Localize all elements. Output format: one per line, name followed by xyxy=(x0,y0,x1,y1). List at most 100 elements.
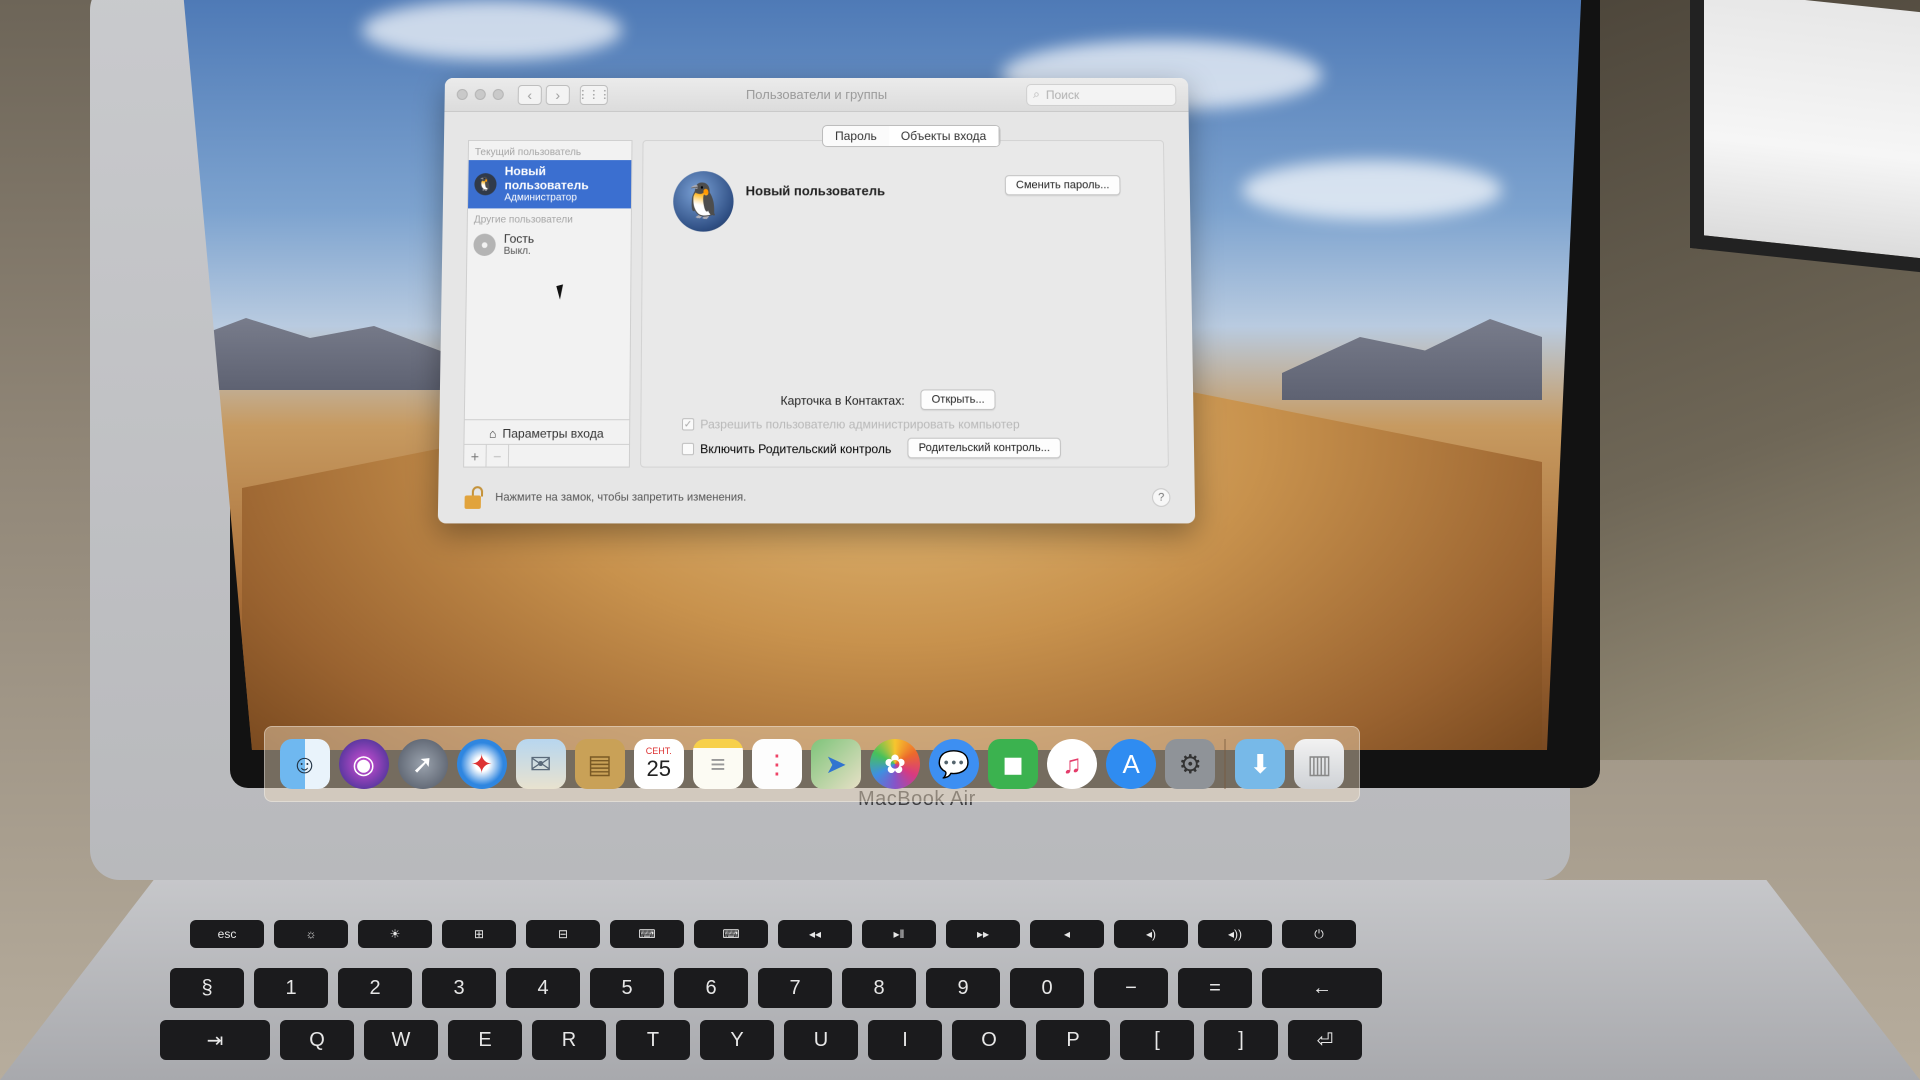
tab-password[interactable]: Пароль xyxy=(823,126,889,146)
key: Q xyxy=(280,1020,354,1060)
key: 2 xyxy=(338,968,412,1008)
key: 0 xyxy=(1010,968,1084,1008)
key: 5 xyxy=(590,968,664,1008)
key: = xyxy=(1178,968,1252,1008)
downloads-folder-icon[interactable]: ⬇ xyxy=(1235,739,1285,789)
guest-status: Выкл. xyxy=(504,246,534,257)
facetime-icon[interactable]: ◼ xyxy=(988,739,1038,789)
key: ← xyxy=(1262,968,1382,1008)
key: ◂) xyxy=(1114,920,1188,948)
back-button[interactable]: ‹ xyxy=(518,84,542,104)
external-monitor xyxy=(1690,0,1920,272)
zoom-icon[interactable] xyxy=(493,89,504,100)
number-key-row: § 1 2 3 4 5 6 7 8 9 0 − = ← xyxy=(170,968,1382,1008)
penguin-avatar-icon: 🐧 xyxy=(474,173,496,195)
photos-icon[interactable]: ✿ xyxy=(870,739,920,789)
parental-control-button[interactable]: Родительский контроль... xyxy=(907,438,1061,459)
parental-control-row: Включить Родительский контроль xyxy=(682,442,892,456)
notes-icon[interactable]: ≡ xyxy=(693,739,743,789)
allow-admin-row: ✓ Разрешить пользователю администрироват… xyxy=(682,417,1020,431)
window-footer: Нажмите на замок, чтобы запретить измене… xyxy=(462,486,1170,509)
maps-icon[interactable]: ➤ xyxy=(811,739,861,789)
key: R xyxy=(532,1020,606,1060)
contacts-icon[interactable]: ▤ xyxy=(575,739,625,789)
search-field[interactable]: ⌕ Поиск xyxy=(1026,83,1176,105)
keyboard: esc ☼ ☀ ⊞ ⊟ ⌨ ⌨ ◂◂ ▸‖ ▸▸ ◂ ◂) ◂)) ⏻ § 1 … xyxy=(170,920,1750,1080)
nav-buttons: ‹ › xyxy=(518,84,570,104)
login-options-button[interactable]: ⌂ Параметры входа xyxy=(464,419,629,446)
key: 3 xyxy=(422,968,496,1008)
guest-avatar-icon: ● xyxy=(473,233,495,255)
key: ⏎ xyxy=(1288,1020,1362,1060)
key: 1 xyxy=(254,968,328,1008)
dock: ☺ ◉ ➚ ✦ ✉ ▤ СЕНТ. 25 ≡ ⋮ ➤ ✿ 💬 ◼ ♫ A ⚙ ⬇… xyxy=(264,726,1360,802)
key: ⊟ xyxy=(526,920,600,948)
lock-icon[interactable] xyxy=(462,486,483,509)
itunes-icon[interactable]: ♫ xyxy=(1047,739,1097,789)
add-user-button[interactable]: + xyxy=(464,445,487,467)
window-titlebar: ‹ › ⋮⋮⋮ Пользователи и группы ⌕ Поиск xyxy=(444,78,1188,112)
key: ☀ xyxy=(358,920,432,948)
close-icon[interactable] xyxy=(457,89,468,100)
parental-control-checkbox[interactable] xyxy=(682,443,694,455)
siri-icon[interactable]: ◉ xyxy=(339,739,389,789)
tab-login-items[interactable]: Объекты входа xyxy=(889,126,1000,146)
sidebar-item-guest[interactable]: ● Гость Выкл. xyxy=(467,228,631,261)
parental-control-label: Включить Родительский контроль xyxy=(700,442,891,456)
minimize-icon[interactable] xyxy=(475,89,486,100)
key: ☼ xyxy=(274,920,348,948)
sidebar-item-current-user[interactable]: 🐧 Новый пользователь Администратор xyxy=(468,160,631,208)
trash-icon[interactable]: ▥ xyxy=(1294,739,1344,789)
allow-admin-checkbox[interactable]: ✓ xyxy=(682,418,694,430)
mail-icon[interactable]: ✉ xyxy=(516,739,566,789)
current-user-name: Новый пользователь xyxy=(504,164,625,192)
traffic-lights xyxy=(457,89,504,100)
lock-hint: Нажмите на замок, чтобы запретить измене… xyxy=(495,491,746,503)
key: P xyxy=(1036,1020,1110,1060)
login-options-label: Параметры входа xyxy=(502,426,603,440)
key: W xyxy=(364,1020,438,1060)
key: ⊞ xyxy=(442,920,516,948)
open-contacts-button[interactable]: Открыть... xyxy=(920,389,996,410)
key: ▸‖ xyxy=(862,920,936,948)
user-details-panel: Пароль Объекты входа 🐧 Новый пользовател… xyxy=(640,140,1169,468)
finder-icon[interactable]: ☺ xyxy=(280,739,330,789)
reminders-icon[interactable]: ⋮ xyxy=(752,739,802,789)
key: ⇥ xyxy=(160,1020,270,1060)
help-button[interactable]: ? xyxy=(1152,488,1171,507)
show-all-button[interactable]: ⋮⋮⋮ xyxy=(580,84,608,104)
messages-icon[interactable]: 💬 xyxy=(929,739,979,789)
safari-icon[interactable]: ✦ xyxy=(457,739,507,789)
key: U xyxy=(784,1020,858,1060)
function-key-row: esc ☼ ☀ ⊞ ⊟ ⌨ ⌨ ◂◂ ▸‖ ▸▸ ◂ ◂) ◂)) ⏻ xyxy=(190,920,1356,948)
forward-button[interactable]: › xyxy=(546,84,570,104)
key: O xyxy=(952,1020,1026,1060)
user-picture[interactable]: 🐧 xyxy=(673,171,734,232)
app-store-icon[interactable]: A xyxy=(1106,739,1156,789)
search-placeholder: Поиск xyxy=(1046,87,1079,101)
key: ⌨ xyxy=(610,920,684,948)
house-icon: ⌂ xyxy=(489,426,497,440)
calendar-month: СЕНТ. xyxy=(646,746,672,756)
key: − xyxy=(1094,968,1168,1008)
contacts-card-label: Карточка в Контактах: xyxy=(780,394,904,408)
key: § xyxy=(170,968,244,1008)
key: 8 xyxy=(842,968,916,1008)
search-icon: ⌕ xyxy=(1033,87,1040,102)
change-password-button[interactable]: Сменить пароль... xyxy=(1005,175,1121,195)
key: 9 xyxy=(926,968,1000,1008)
current-user-label: Текущий пользователь xyxy=(469,141,632,160)
key: ◂ xyxy=(1030,920,1104,948)
remove-user-button[interactable]: − xyxy=(486,445,509,467)
system-preferences-icon[interactable]: ⚙ xyxy=(1165,739,1215,789)
calendar-day: 25 xyxy=(647,756,671,782)
key: ⌨ xyxy=(694,920,768,948)
key: esc xyxy=(190,920,264,948)
calendar-icon[interactable]: СЕНТ. 25 xyxy=(634,739,684,789)
key: I xyxy=(868,1020,942,1060)
guest-name: Гость xyxy=(504,232,535,246)
cloud xyxy=(362,0,622,60)
key: ◂)) xyxy=(1198,920,1272,948)
users-sidebar: Текущий пользователь 🐧 Новый пользовател… xyxy=(463,140,632,468)
launchpad-icon[interactable]: ➚ xyxy=(398,739,448,789)
